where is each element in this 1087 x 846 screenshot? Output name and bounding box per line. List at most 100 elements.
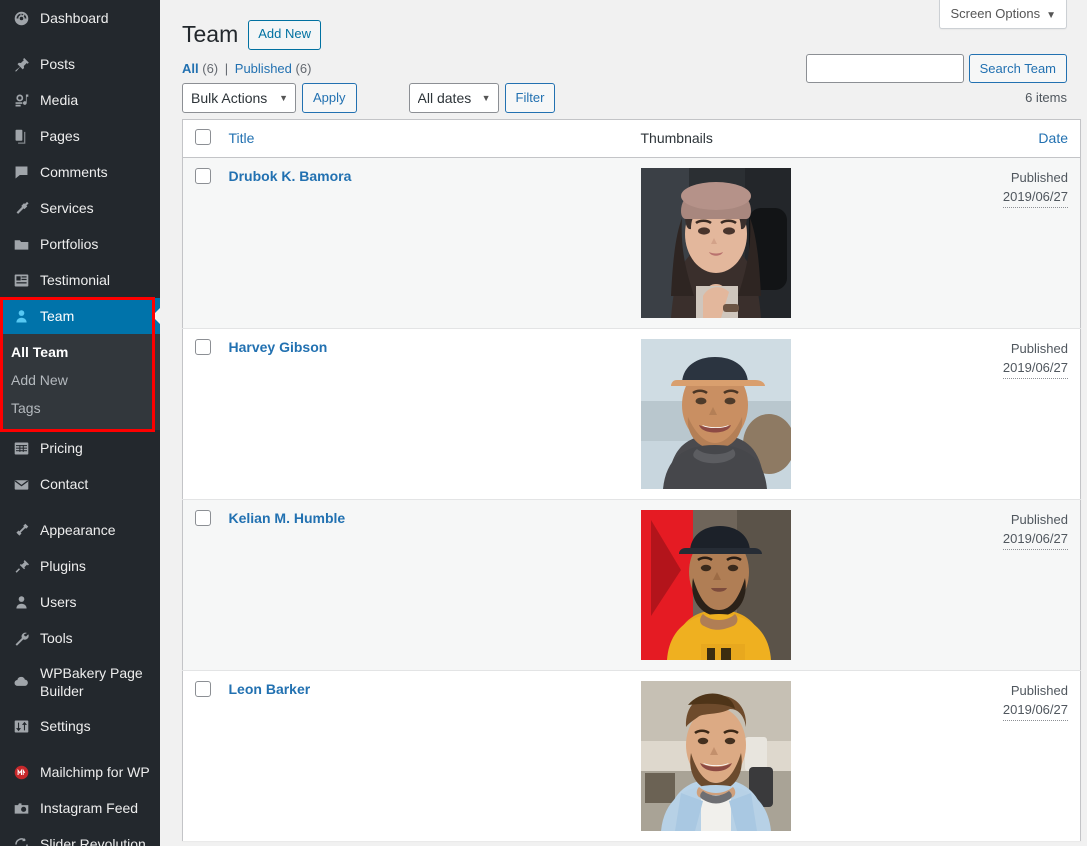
date-status-wrap: Published 2019/06/27 <box>996 168 1068 208</box>
row-checkbox[interactable] <box>195 680 211 697</box>
sidebar-item-dashboard[interactable]: Dashboard <box>0 0 160 36</box>
thumbnail-image[interactable] <box>640 509 791 660</box>
sidebar-divider-1 <box>0 36 160 46</box>
pages-icon <box>11 126 31 146</box>
dashboard-icon <box>11 8 31 28</box>
sidebar-item-media[interactable]: Media <box>0 82 160 118</box>
sidebar-item-plugins[interactable]: Plugins <box>0 548 160 584</box>
sidebar-item-label: Appearance <box>40 521 116 538</box>
sidebar-item-label: Pricing <box>40 439 83 456</box>
thumbnail-image[interactable] <box>640 680 791 831</box>
items-count: 6 items <box>1025 89 1067 105</box>
column-header-title[interactable]: Title <box>218 119 631 158</box>
screen-options-button[interactable]: Screen Options ▼ <box>939 0 1067 29</box>
sidebar-item-comments[interactable]: Comments <box>0 154 160 190</box>
row-checkbox[interactable] <box>195 338 211 355</box>
filter-link-published[interactable]: Published <box>235 61 292 76</box>
apply-button[interactable]: Apply <box>302 82 357 113</box>
row-title-link[interactable]: Harvey Gibson <box>229 339 328 355</box>
column-header-date[interactable]: Date <box>985 119 1081 158</box>
thumbnail-image[interactable] <box>640 167 791 318</box>
filter-link-all[interactable]: All <box>182 61 199 76</box>
row-status: Published <box>1010 169 1068 185</box>
team-submenu: All Team Add New Tags <box>0 334 160 430</box>
row-select-cell <box>182 327 219 500</box>
sidebar-item-label: WPBakery Page Builder <box>40 665 143 700</box>
sliders-icon <box>11 716 31 736</box>
submenu-item-add-new[interactable]: Add New <box>0 366 160 394</box>
row-date-cell: Published 2019/06/27 <box>985 327 1081 500</box>
submenu-item-tags[interactable]: Tags <box>0 394 160 422</box>
media-icon <box>11 90 31 110</box>
row-thumbnail-cell <box>630 669 986 841</box>
sidebar-item-label: Contact <box>40 475 89 492</box>
sidebar-item-label: Slider Revolution <box>40 836 146 846</box>
search-team-button[interactable]: Search Team <box>968 54 1067 83</box>
select-all-checkbox[interactable] <box>195 128 211 145</box>
thumbnail-image[interactable] <box>640 338 791 489</box>
camera-icon <box>11 798 31 818</box>
select-all-header <box>182 119 219 158</box>
search-input[interactable] <box>805 54 964 83</box>
row-select-cell <box>183 157 219 328</box>
sidebar-item-instagram-feed[interactable]: Instagram Feed <box>0 790 160 826</box>
sidebar-item-tools[interactable]: Tools <box>0 620 160 656</box>
filter-button[interactable]: Filter <box>504 82 556 113</box>
sidebar-item-posts[interactable]: Posts <box>0 46 160 82</box>
sidebar-item-mailchimp-for-wp[interactable]: Mailchimp for WP <box>0 754 160 790</box>
revolution-icon <box>11 834 31 846</box>
row-select-cell <box>182 669 219 841</box>
sidebar-item-services[interactable]: Services <box>0 190 160 226</box>
sidebar-divider-3 <box>0 744 160 754</box>
submenu-item-all-team[interactable]: All Team <box>0 338 160 366</box>
sidebar-item-label: Testimonial <box>40 271 111 288</box>
filter-count-published: (6) <box>295 60 312 76</box>
row-title-cell: Harvey Gibson <box>218 327 631 500</box>
filter-divider: | <box>224 60 229 76</box>
row-status: Published <box>1010 682 1068 698</box>
sidebar-item-wpbakery-page-builder[interactable]: WPBakery Page Builder <box>0 656 160 708</box>
portrait-man-cap-smiling-image <box>640 338 791 489</box>
table-header-row: Title Thumbnails Date <box>182 119 1081 158</box>
mailchimp-icon <box>11 762 31 782</box>
row-title-link[interactable]: Drubok K. Bamora <box>229 168 352 184</box>
sidebar-item-settings[interactable]: Settings <box>0 708 160 744</box>
row-title-link[interactable]: Leon Barker <box>229 681 311 697</box>
table-icon <box>11 438 31 458</box>
portrait-woman-beanie-car-image <box>640 167 791 318</box>
sidebar-item-users[interactable]: Users <box>0 584 160 620</box>
content-wrap: Team Add New All (6) | Published (6) Sea… <box>160 0 1087 841</box>
row-title-cell: Leon Barker <box>218 669 631 841</box>
sidebar-item-portfolios[interactable]: Portfolios <box>0 226 160 262</box>
sidebar-item-label: Settings <box>40 718 91 735</box>
envelope-icon <box>11 474 31 494</box>
comments-icon <box>11 162 31 182</box>
sidebar-item-testimonial[interactable]: Testimonial <box>0 262 160 298</box>
users-icon <box>11 592 31 612</box>
row-date-cell: Published 2019/06/27 <box>985 498 1081 671</box>
table-head: Title Thumbnails Date <box>182 119 1081 158</box>
row-checkbox[interactable] <box>195 509 211 526</box>
admin-sidebar: Dashboard Posts Media Pages Comments Ser… <box>0 0 160 846</box>
cloud-icon <box>11 672 31 692</box>
bulk-actions-select[interactable]: Bulk Actions <box>182 82 296 113</box>
date-status-wrap: Published 2019/06/27 <box>996 339 1068 379</box>
row-title-link[interactable]: Kelian M. Humble <box>229 510 346 526</box>
sidebar-item-label: Services <box>40 199 94 216</box>
team-list-table: Title Thumbnails Date Drubok K. Bamora P… <box>182 118 1081 841</box>
tablenav-top: Bulk Actions ▼ Apply All dates ▼ Filter … <box>182 82 1067 113</box>
sidebar-item-label: Team <box>40 307 75 324</box>
hammer-icon <box>11 198 31 218</box>
sidebar-item-appearance[interactable]: Appearance <box>0 512 160 548</box>
add-new-button[interactable]: Add New <box>248 20 321 50</box>
dates-select[interactable]: All dates <box>408 82 499 113</box>
row-status: Published <box>1010 340 1068 356</box>
row-checkbox[interactable] <box>195 167 211 184</box>
sidebar-item-team[interactable]: Team <box>0 298 160 334</box>
sidebar-item-pages[interactable]: Pages <box>0 118 160 154</box>
sidebar-item-slider-revolution[interactable]: Slider Revolution <box>0 826 160 846</box>
sidebar-item-contact[interactable]: Contact <box>0 466 160 502</box>
row-thumbnail-cell <box>630 327 986 500</box>
sidebar-item-pricing[interactable]: Pricing <box>0 430 160 466</box>
sidebar-item-label: Plugins <box>40 557 86 574</box>
